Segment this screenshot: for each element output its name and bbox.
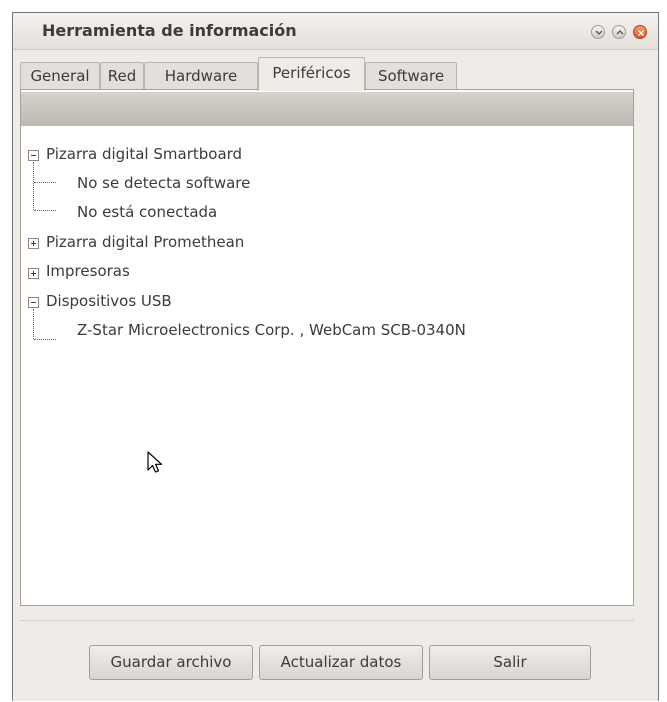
tab-general[interactable]: General [20,62,100,90]
tree-node-usb[interactable]: Dispositivos USB [46,292,172,310]
peripherals-tree-panel: Pizarra digital Smartboard No se detecta… [20,89,634,606]
tree-node-smartboard[interactable]: Pizarra digital Smartboard [46,145,242,163]
tree-connector [33,162,34,210]
tree-leaf[interactable]: Z-Star Microelectronics Corp. , WebCam S… [77,321,466,339]
tree-column-header[interactable] [21,92,633,126]
tree-node-promethean[interactable]: Pizarra digital Promethean [46,233,244,251]
tree-connector [33,309,34,339]
tree-connector [34,339,56,340]
close-button[interactable] [633,25,647,39]
close-icon [637,29,645,37]
tree-node-printers[interactable]: Impresoras [46,262,130,280]
save-file-button[interactable]: Guardar archivo [89,645,253,680]
expand-expander[interactable] [28,238,39,249]
expand-expander[interactable] [28,268,39,279]
maximize-button[interactable] [612,25,626,39]
tree-connector [34,182,56,183]
tree-leaf[interactable]: No se detecta software [77,174,250,192]
window-title: Herramienta de información [42,21,297,40]
exit-button[interactable]: Salir [429,645,591,680]
tab-red[interactable]: Red [100,62,144,90]
mouse-cursor-icon [147,451,163,473]
tab-perifericos[interactable]: Periféricos [258,57,365,91]
button-separator [20,620,634,621]
chevron-down-icon [595,30,603,35]
collapse-expander[interactable] [28,150,39,161]
tab-software[interactable]: Software [365,62,457,90]
tree-leaf[interactable]: No está conectada [77,203,217,221]
chevron-up-icon [616,30,624,35]
refresh-data-button[interactable]: Actualizar datos [259,645,423,680]
minimize-button[interactable] [591,25,605,39]
collapse-expander[interactable] [28,297,39,308]
titlebar[interactable]: Herramienta de información [13,13,658,50]
tree-connector [34,210,56,211]
tab-hardware[interactable]: Hardware [144,62,258,90]
